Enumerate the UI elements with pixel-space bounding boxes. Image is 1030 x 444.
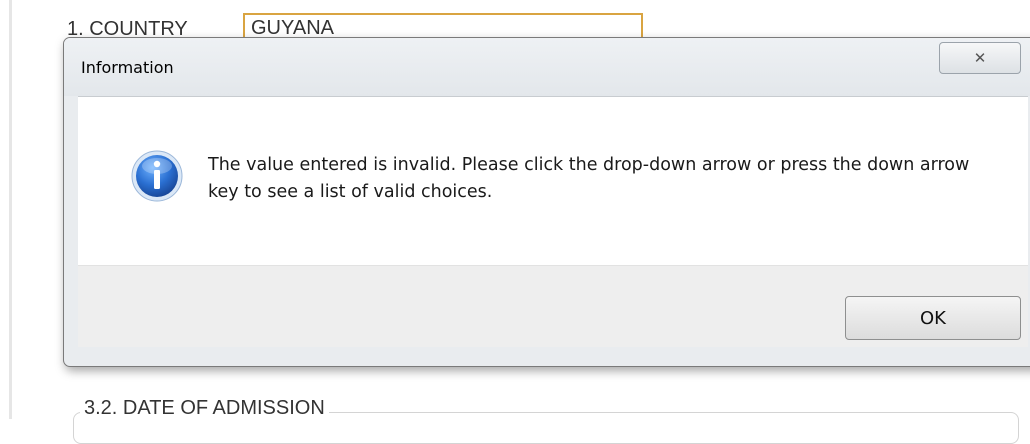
dialog-button-area: OK: [78, 265, 1028, 347]
information-dialog: Information ✕ The value entered is inval…: [63, 37, 1030, 367]
message-area: The value entered is invalid. Please cli…: [78, 97, 1028, 265]
date-of-admission-title: 3.2. DATE OF ADMISSION: [80, 397, 329, 420]
info-icon: [131, 150, 183, 202]
ok-button[interactable]: OK: [845, 296, 1021, 340]
page-left-border: [9, 0, 12, 419]
dialog-title: Information: [81, 58, 174, 77]
dialog-titlebar[interactable]: Information ✕: [64, 38, 1030, 96]
close-icon: ✕: [973, 49, 987, 67]
dialog-content: The value entered is invalid. Please cli…: [78, 96, 1028, 347]
close-button[interactable]: ✕: [939, 42, 1021, 74]
dialog-message: The value entered is invalid. Please cli…: [208, 155, 970, 202]
